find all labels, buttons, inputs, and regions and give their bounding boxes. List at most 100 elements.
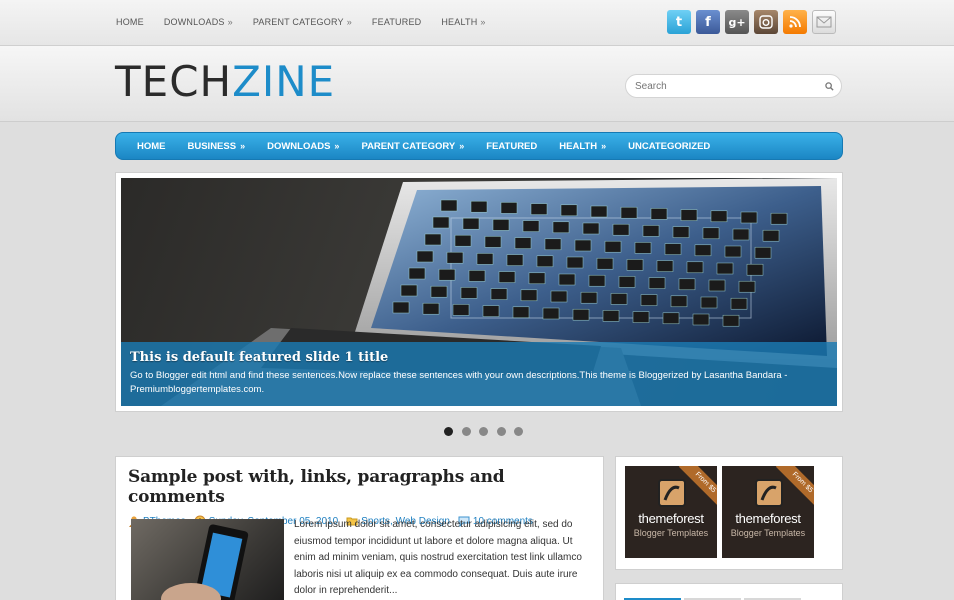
main-nav-item-business[interactable]: BUSINESS» [188, 141, 246, 152]
screen-thumbnail [700, 296, 718, 309]
screen-thumbnail [612, 223, 630, 236]
top-nav-item-featured[interactable]: FEATURED [372, 17, 421, 27]
themeforest-ad[interactable]: From $5 themeforest Blogger Templates [722, 466, 814, 558]
screen-thumbnail [656, 260, 674, 272]
chevron-right-icon: » [459, 140, 465, 151]
screen-thumbnail [558, 273, 576, 286]
chevron-right-icon: » [346, 17, 352, 27]
screen-thumbnail [490, 288, 508, 300]
chevron-right-icon: » [227, 17, 233, 27]
email-icon[interactable] [812, 10, 836, 34]
top-nav-label: HOME [116, 17, 144, 27]
slider-dot[interactable] [496, 427, 506, 436]
chevron-right-icon: » [480, 17, 486, 27]
screen-thumbnail [650, 208, 668, 220]
screen-thumbnail [566, 256, 584, 269]
top-nav-item-health[interactable]: HEALTH» [441, 17, 485, 27]
screen-thumbnail [738, 280, 756, 293]
main-nav-label: DOWNLOADS [267, 140, 331, 152]
facebook-icon[interactable]: f [696, 10, 720, 34]
screen-thumbnail [678, 278, 696, 291]
post-card: Sample post with, links, paragraphs and … [115, 456, 604, 600]
top-nav-label: DOWNLOADS [163, 17, 225, 27]
screen-thumbnail [422, 302, 440, 315]
site-logo[interactable]: TECHZINE [115, 58, 335, 106]
post-thumbnail[interactable] [131, 519, 284, 600]
screen-thumbnail [514, 237, 532, 249]
screen-thumbnail [590, 205, 608, 218]
social-icons: t f g+ [667, 10, 841, 34]
search-icon [824, 81, 834, 91]
tabs-widget [615, 583, 843, 600]
screen-thumbnail [680, 209, 698, 221]
top-nav-item-parent-category[interactable]: PARENT CATEGORY» [253, 17, 352, 27]
main-navigation: HOME BUSINESS» DOWNLOADS» PARENT CATEGORY» F… [115, 132, 843, 160]
slide-title[interactable]: This is default featured slide 1 title [130, 350, 828, 365]
screen-thumbnail [770, 212, 788, 225]
slider-dot[interactable] [461, 427, 471, 436]
screen-thumbnail [626, 259, 644, 271]
main-nav-item-home[interactable]: HOME [137, 141, 166, 152]
screen-thumbnail [408, 267, 426, 280]
screen-thumbnail [482, 305, 500, 317]
slider-dot[interactable] [514, 427, 523, 436]
screen-thumbnail [468, 270, 486, 282]
screen-thumbnail [512, 306, 530, 319]
post-title[interactable]: Sample post with, links, paragraphs and … [128, 467, 591, 507]
site-header: TECHZINE [0, 46, 954, 122]
screen-thumbnail [484, 236, 502, 248]
top-navigation: HOME DOWNLOADS» PARENT CATEGORY» FEATURED HE… [116, 0, 506, 44]
screen-thumbnail [542, 307, 560, 320]
screen-thumbnail [572, 308, 590, 321]
screen-thumbnail [452, 304, 470, 316]
screen-thumbnail [462, 217, 480, 230]
screen-thumbnail [634, 242, 652, 254]
screen-thumbnail [722, 314, 740, 327]
google-plus-icon[interactable]: g+ [725, 10, 749, 34]
screen-thumbnail [618, 276, 636, 288]
search-input[interactable] [635, 80, 820, 92]
main-nav-item-parent-category[interactable]: PARENT CATEGORY» [361, 141, 464, 152]
screen-thumbnail [424, 233, 442, 246]
slider-pagination [444, 427, 532, 436]
screen-thumbnail [632, 311, 650, 323]
chevron-right-icon: » [334, 140, 340, 151]
screen-thumbnail [476, 253, 494, 265]
slider-dot[interactable] [444, 427, 453, 436]
screen-thumbnail [560, 204, 578, 217]
screen-thumbnail [762, 229, 780, 242]
top-nav-item-home[interactable]: HOME [116, 17, 144, 27]
screen-thumbnail [528, 272, 546, 285]
instagram-icon[interactable] [754, 10, 778, 34]
top-bar: HOME DOWNLOADS» PARENT CATEGORY» FEATURED HE… [0, 0, 954, 46]
screen-thumbnail [620, 206, 638, 219]
main-nav-item-health[interactable]: HEALTH» [559, 141, 606, 152]
top-nav-item-downloads[interactable]: DOWNLOADS» [164, 17, 233, 27]
twitter-icon[interactable]: t [667, 10, 691, 34]
screen-thumbnail [530, 203, 548, 215]
main-nav-label: BUSINESS [187, 140, 237, 152]
themeforest-ad[interactable]: From $5 themeforest Blogger Templates [625, 466, 717, 558]
ad-widget: From $5 themeforest Blogger Templates From … [615, 456, 843, 570]
screen-thumbnail [730, 297, 748, 310]
main-nav-item-uncategorized[interactable]: UNCATEGORIZED [628, 141, 710, 152]
post-excerpt: Lorem ipsum dolor sit amet, consectetur … [294, 519, 582, 596]
main-nav-label: PARENT CATEGORY [361, 140, 456, 152]
slide-image[interactable]: This is default featured slide 1 title G… [121, 178, 837, 406]
main-nav-label: HEALTH [559, 140, 598, 152]
search-button[interactable] [820, 77, 838, 95]
slider-dot[interactable] [479, 427, 488, 436]
screen-thumbnail [520, 289, 538, 302]
screen-thumbnail [498, 271, 516, 283]
screen-thumbnail [522, 220, 540, 232]
rss-icon[interactable] [783, 10, 807, 34]
phone-photo [161, 524, 249, 600]
ad-subtitle: Blogger Templates [633, 528, 709, 538]
main-nav-item-featured[interactable]: FEATURED [486, 141, 537, 152]
logo-part-2: ZINE [232, 57, 336, 106]
screen-thumbnail [440, 199, 458, 212]
main-nav-item-downloads[interactable]: DOWNLOADS» [267, 141, 339, 152]
screen-thumbnail [460, 287, 478, 299]
screen-thumbnail [602, 310, 620, 322]
chevron-right-icon: » [601, 140, 607, 151]
